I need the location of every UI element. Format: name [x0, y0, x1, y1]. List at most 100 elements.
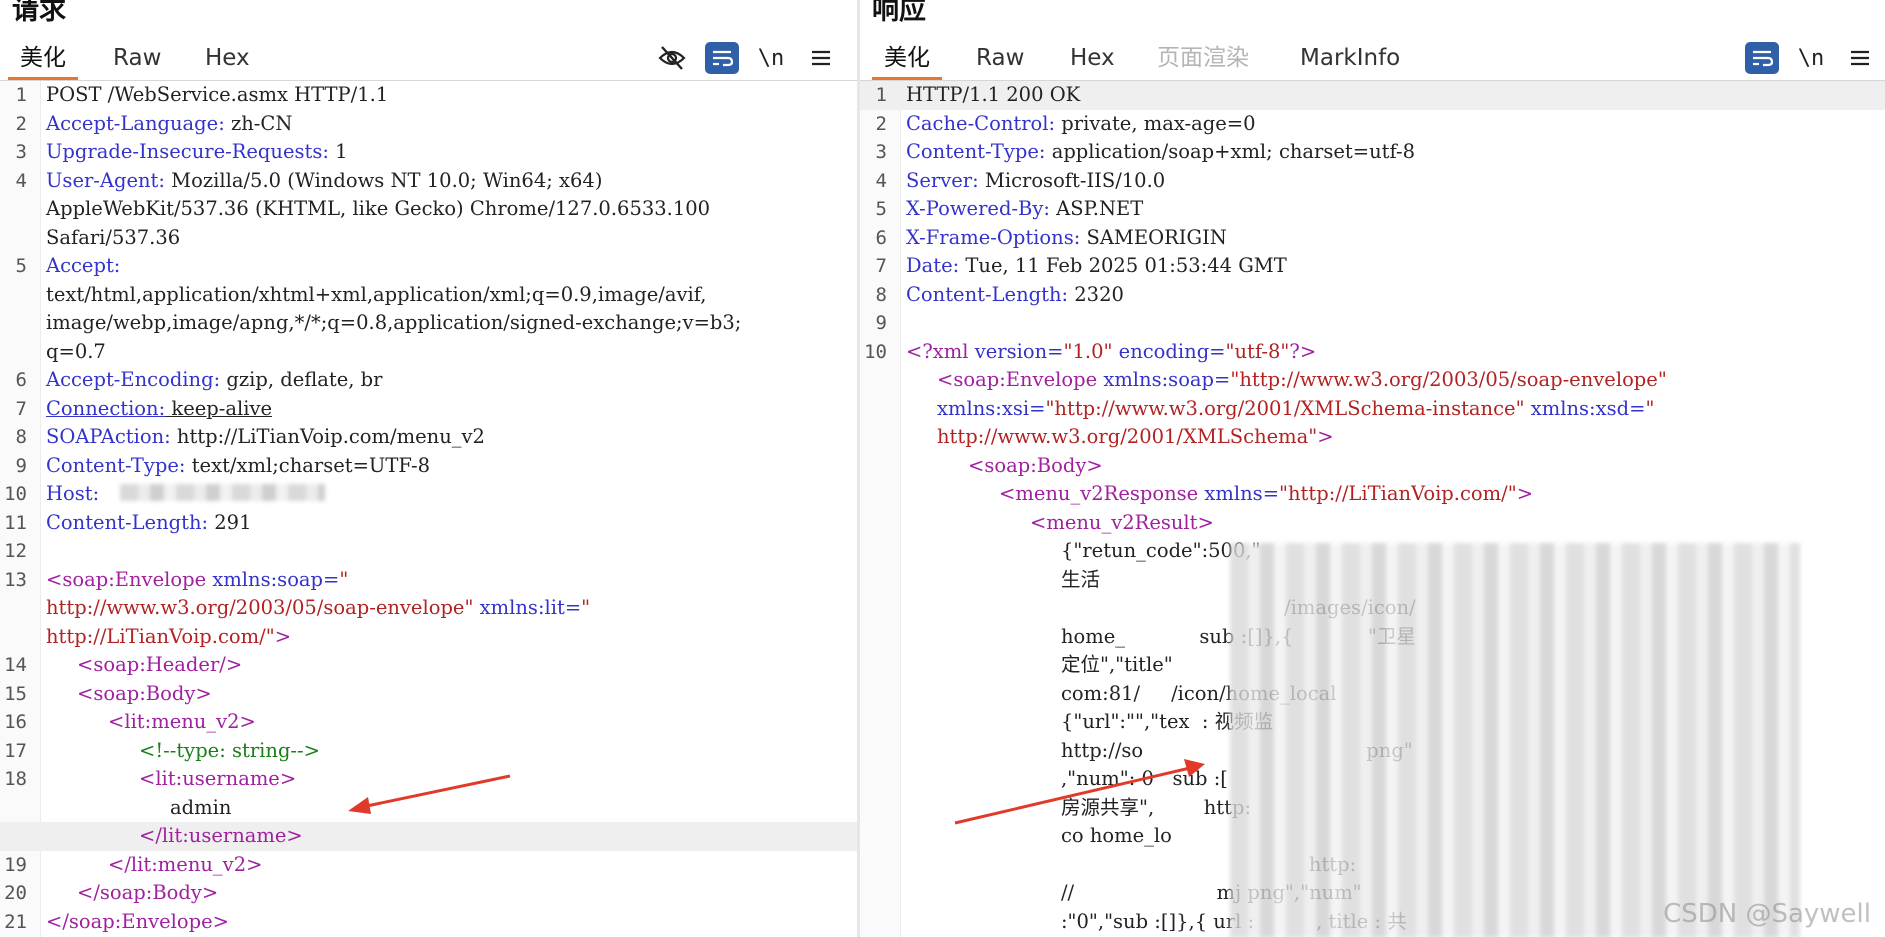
- token-text: POST /WebService.asmx HTTP/1.1: [46, 83, 389, 106]
- token-tag: </lit:menu_v2>: [108, 852, 263, 876]
- token-key: User-Agent:: [46, 168, 165, 192]
- line-number: 3: [15, 141, 27, 163]
- request-code[interactable]: 1 POST /WebService.asmx HTTP/1.1 2 Accept-L…: [0, 81, 858, 936]
- line-number: 15: [4, 682, 27, 705]
- code-line: 14 <soap:Header/>: [0, 651, 858, 680]
- code-line: 6 Accept-Encoding: gzip, deflate, br: [0, 366, 858, 395]
- token-tag: <menu_v2Result>: [1029, 510, 1214, 534]
- eye-off-icon[interactable]: [655, 42, 689, 74]
- code-line: 10 <?xml version="1.0" encoding="utf-8"?>: [860, 338, 1885, 367]
- line-text: Content-Type: text/xml;charset=UTF-8: [46, 452, 430, 481]
- line-text: <soap:Header/>: [46, 651, 242, 680]
- tab-raw[interactable]: Raw: [976, 40, 1024, 80]
- line-text: Host:: [46, 480, 99, 509]
- line-text: </lit:username>: [46, 822, 303, 851]
- token-tag: <lit:username>: [138, 767, 297, 790]
- line-number: 10: [864, 340, 887, 363]
- request-title: 请求: [12, 0, 66, 26]
- token-tag: <lit:menu_v2>: [108, 710, 256, 733]
- token-val: ASP.NET: [1049, 197, 1144, 220]
- line-text: <lit:username>: [46, 765, 296, 794]
- line-text: <soap:Body>: [46, 680, 212, 709]
- token-str: "http://LiTianVoip.com/": [1279, 482, 1517, 505]
- code-line: <menu_v2Result>: [860, 509, 1885, 538]
- token-text: HTTP/1.1 200 OK: [906, 83, 1081, 106]
- tab-pretty[interactable]: 美化: [872, 40, 942, 80]
- token-key: Server:: [906, 168, 979, 192]
- line-text: X-Powered-By: ASP.NET: [906, 195, 1143, 224]
- line-text: SOAPAction: http://LiTianVoip.com/menu_v…: [46, 423, 485, 452]
- token-attr: xmlns:xsi=: [937, 396, 1046, 420]
- token-str: "http://www.w3.org/2003/05/soap-envelope…: [1230, 368, 1667, 391]
- line-number: 5: [875, 198, 887, 220]
- line-text: 生活: [906, 566, 1100, 595]
- line-text: Connection: keep-alive: [46, 395, 272, 424]
- code-line: 15 <soap:Body>: [0, 680, 858, 709]
- code-line: 2 Cache-Control: private, max-age=0: [860, 110, 1885, 139]
- line-text: {"url":"","tex : 视频监: [906, 708, 1273, 737]
- line-text: <soap:Body>: [906, 452, 1103, 481]
- tab-raw[interactable]: Raw: [113, 40, 161, 80]
- token-text: image/webp,image/apng,*/*;q=0.8,applicat…: [46, 311, 742, 334]
- redacted-host: [120, 484, 325, 501]
- menu-icon[interactable]: [804, 42, 838, 74]
- wrap-icon[interactable]: [1745, 42, 1779, 74]
- tab-render[interactable]: 页面渲染: [1157, 40, 1249, 80]
- token-val: 291: [208, 510, 252, 534]
- line-number: 1: [15, 84, 27, 106]
- code-line: <menu_v2Response xmlns="http://LiTianVoi…: [860, 480, 1885, 509]
- token-tag: <soap:Envelope: [46, 567, 207, 591]
- token-val: Microsoft-IIS/10.0: [978, 168, 1166, 192]
- tab-markinfo[interactable]: MarkInfo: [1300, 40, 1400, 80]
- line-number: 6: [15, 369, 27, 391]
- token-tag: <soap:Body>: [968, 453, 1103, 477]
- code-line: Safari/537.36: [0, 224, 858, 253]
- line-number: 6: [875, 226, 887, 249]
- token-text: AppleWebKit/537.36 (KHTML, like Gecko) C…: [46, 197, 711, 220]
- token-key: Cache-Control:: [906, 111, 1056, 135]
- token-attr2: xmlns:xsd=: [1524, 396, 1646, 420]
- response-editor[interactable]: 1 HTTP/1.1 200 OK 2 Cache-Control: private,…: [860, 81, 1885, 937]
- newline-icon[interactable]: \n: [1794, 42, 1828, 74]
- menu-icon[interactable]: [1843, 42, 1877, 74]
- line-text: Accept:: [46, 252, 120, 281]
- line-text: image/webp,image/apng,*/*;q=0.8,applicat…: [46, 309, 741, 338]
- code-line: 16 <lit:menu_v2>: [0, 708, 858, 737]
- tab-hex[interactable]: Hex: [1070, 40, 1115, 80]
- code-line: 8 SOAPAction: http://LiTianVoip.com/menu_…: [0, 423, 858, 452]
- token-tag: >: [1317, 425, 1334, 448]
- token-key: Content-Length:: [46, 510, 209, 534]
- token-attr: version=: [968, 339, 1064, 363]
- tab-hex[interactable]: Hex: [205, 40, 250, 80]
- line-text: <!--type: string-->: [46, 737, 320, 766]
- code-line: 5 X-Powered-By: ASP.NET: [860, 195, 1885, 224]
- line-text: <soap:Envelope xmlns:soap=": [46, 566, 348, 595]
- tab-pretty[interactable]: 美化: [8, 40, 78, 80]
- code-line: 3 Content-Type: application/soap+xml; cha…: [860, 138, 1885, 167]
- request-editor[interactable]: 1 POST /WebService.asmx HTTP/1.1 2 Accept-L…: [0, 81, 858, 937]
- token-attr: xmlns=: [1198, 482, 1280, 505]
- token-text: 房源共享", http:: [1060, 795, 1252, 819]
- newline-icon[interactable]: \n: [754, 42, 788, 74]
- code-line: 13 <soap:Envelope xmlns:soap=": [0, 566, 858, 595]
- code-line: http://www.w3.org/2001/XMLSchema">: [860, 423, 1885, 452]
- line-text: <soap:Envelope xmlns:soap="http://www.w3…: [906, 366, 1667, 395]
- wrap-icon[interactable]: [705, 42, 739, 74]
- token-str2: ": [581, 596, 591, 619]
- line-text: http://www.w3.org/2001/XMLSchema">: [906, 423, 1334, 452]
- line-text: http://www.w3.org/2003/05/soap-envelope"…: [46, 594, 590, 623]
- token-tag: <menu_v2Response: [998, 482, 1199, 505]
- token-val: keep-alive: [165, 396, 273, 420]
